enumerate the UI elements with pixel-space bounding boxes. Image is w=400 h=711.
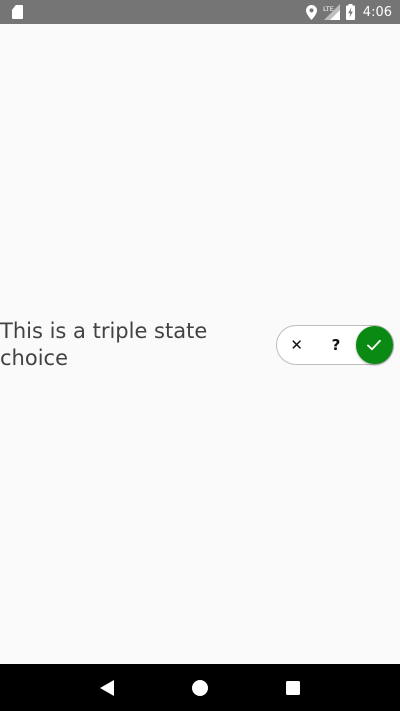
toggle-option-yes[interactable] [355,326,394,364]
recents-button[interactable] [273,668,313,708]
lte-signal-icon: LTE [323,4,340,20]
home-button[interactable] [180,668,220,708]
triple-state-row: This is a triple state choice ✕ ? [0,318,400,372]
back-icon [99,679,114,696]
close-icon: ✕ [290,336,303,354]
recents-icon [286,680,301,695]
battery-icon [345,4,355,20]
status-right: LTE 4:06 [305,4,392,20]
status-left [12,5,23,19]
home-icon [191,679,208,696]
navigation-bar [0,664,400,711]
question-icon: ? [331,336,341,354]
clock: 4:06 [362,4,392,20]
check-icon [367,339,382,351]
toggle-option-unknown[interactable]: ? [316,326,355,364]
status-bar: LTE 4:06 [0,0,400,24]
toggle-option-no[interactable]: ✕ [277,326,316,364]
triple-state-label: This is a triple state choice [0,319,208,370]
triple-state-toggle[interactable]: ✕ ? [276,325,394,365]
location-icon [305,4,317,20]
lte-label: LTE [323,5,334,13]
back-button[interactable] [87,668,127,708]
sim-card-icon [12,5,23,19]
main-content: This is a triple state choice ✕ ? [0,24,400,664]
